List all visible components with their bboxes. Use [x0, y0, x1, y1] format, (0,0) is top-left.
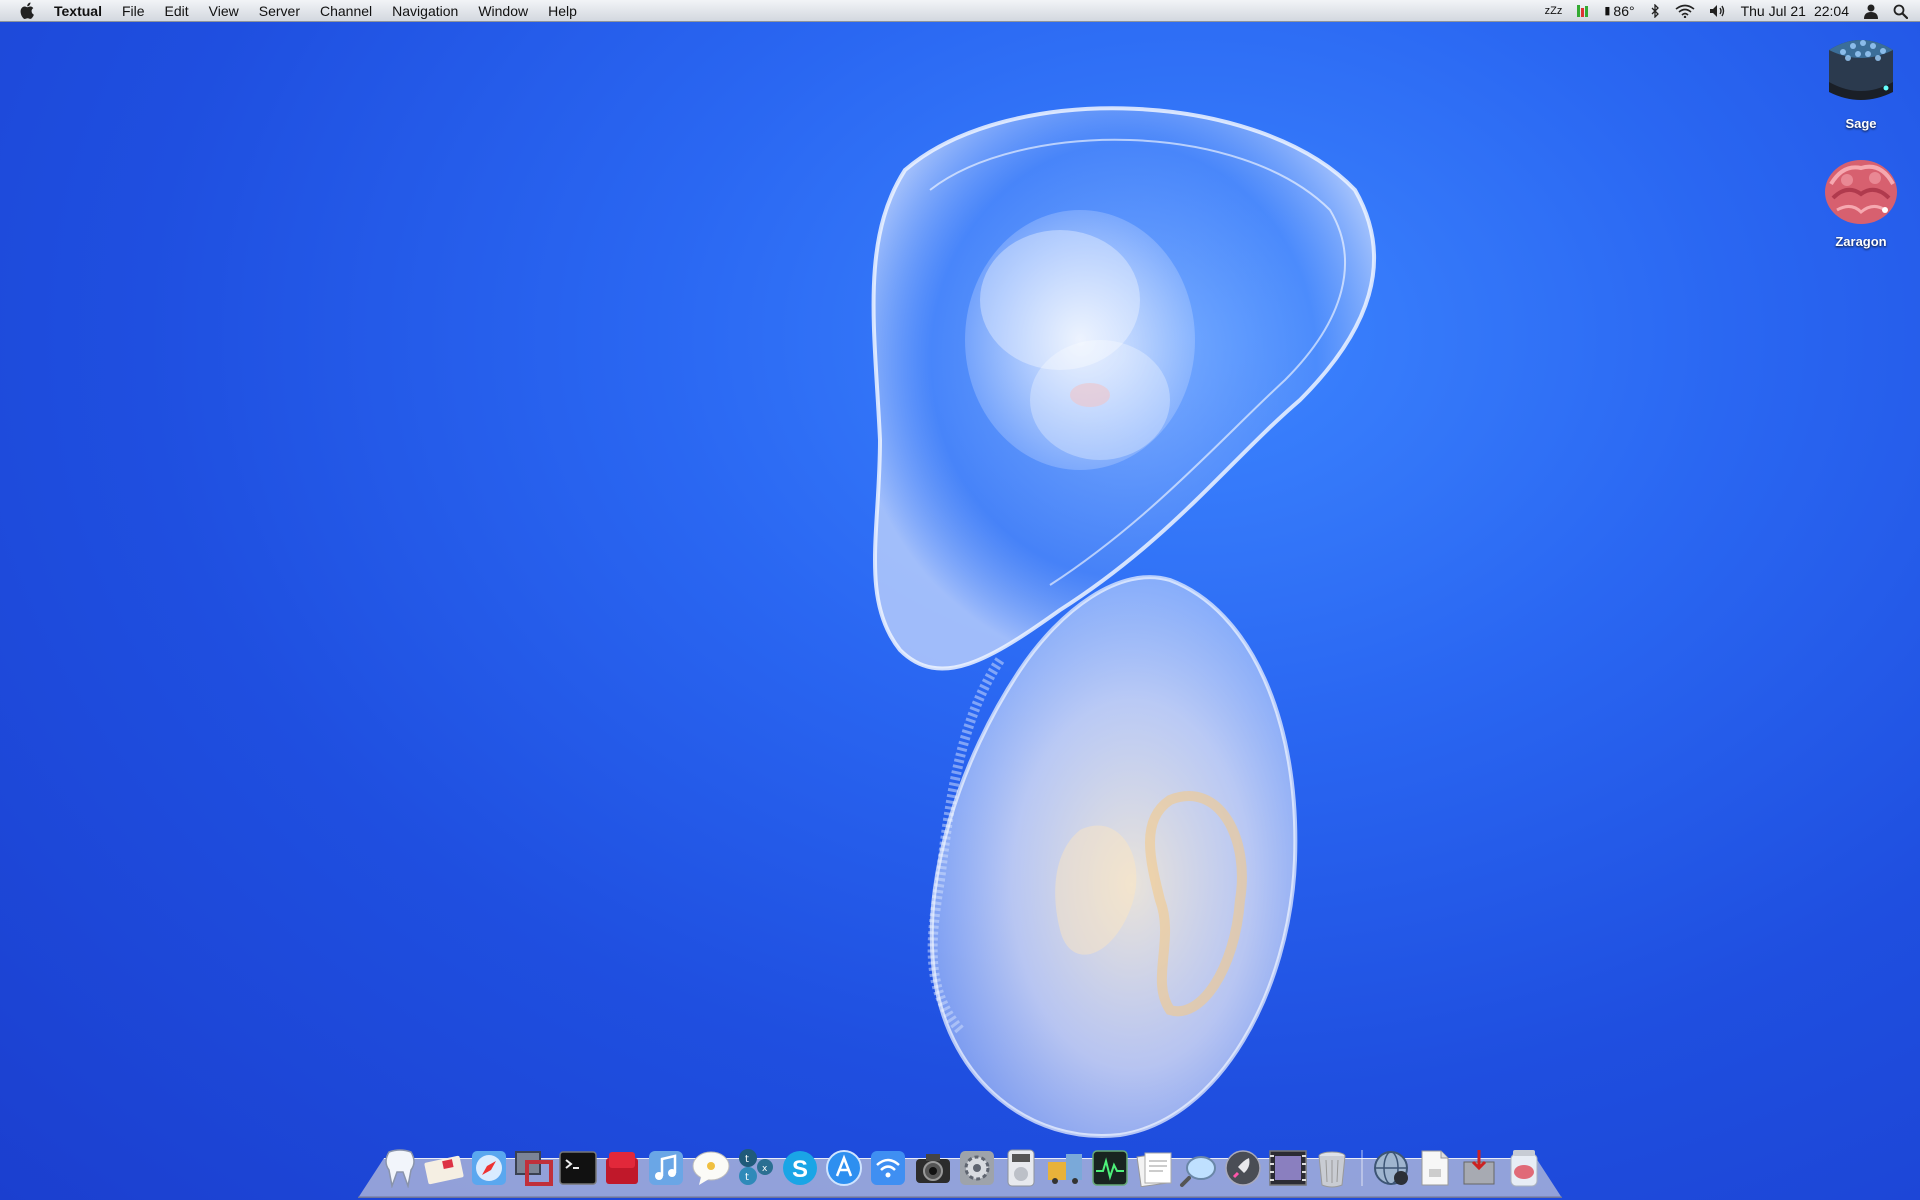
trash-can-icon — [1318, 1151, 1346, 1188]
menu-window[interactable]: Window — [468, 0, 538, 22]
dock-camera[interactable] — [911, 1146, 955, 1190]
photo-booth-icon — [1269, 1150, 1307, 1186]
dock-photo-booth[interactable] — [1266, 1146, 1310, 1190]
menu-edit[interactable]: Edit — [155, 0, 199, 22]
dock-safari[interactable] — [467, 1146, 511, 1190]
menu-clock[interactable]: Thu Jul 21 22:04 — [1734, 0, 1856, 22]
dock-letter[interactable] — [422, 1146, 466, 1190]
transmit-icon — [1047, 1154, 1082, 1184]
dock-brain-jar[interactable] — [1502, 1146, 1546, 1190]
menu-view[interactable]: View — [199, 0, 249, 22]
dock-skype[interactable]: S — [778, 1146, 822, 1190]
preview-icon — [1136, 1152, 1172, 1187]
menu-channel[interactable]: Channel — [310, 0, 382, 22]
volume-icon[interactable] — [1702, 0, 1734, 22]
thermometer-icon: ▮ — [1604, 5, 1611, 17]
textual-globe-icon — [1373, 1151, 1408, 1185]
apple-menu-icon[interactable] — [12, 0, 42, 22]
menu-extras: zZz ▮ 86° Thu Jul 21 22:04 — [1538, 0, 1920, 22]
lower-jellyfish — [929, 575, 1298, 1138]
dock-installer[interactable] — [1457, 1146, 1501, 1190]
desktop-icon-zaragon[interactable]: Zaragon — [1806, 154, 1916, 249]
dock-dvd-player[interactable] — [999, 1146, 1043, 1190]
sleep-indicator-icon[interactable]: zZz — [1538, 0, 1570, 22]
dock-launchpad[interactable] — [1221, 1146, 1265, 1190]
dock-textual-globe[interactable] — [1369, 1146, 1413, 1190]
adium-icon — [692, 1151, 730, 1185]
dock-terminal[interactable] — [556, 1146, 600, 1190]
magnifier-icon — [1180, 1156, 1217, 1187]
brain-drive-icon — [1825, 160, 1897, 224]
launchpad-icon — [1225, 1150, 1262, 1186]
installer-icon — [1463, 1150, 1495, 1185]
menu-app-name[interactable]: Textual — [42, 0, 112, 22]
svg-text:t: t — [745, 1154, 749, 1165]
dock-app-store[interactable] — [822, 1146, 866, 1190]
letter-icon — [424, 1155, 464, 1185]
menu-help[interactable]: Help — [538, 0, 587, 22]
spotlight-search-icon[interactable] — [1886, 0, 1920, 22]
finder-tooth-icon — [385, 1149, 415, 1188]
svg-text:x: x — [762, 1164, 768, 1174]
clock-time: 22:04 — [1813, 3, 1849, 19]
dock-itunes[interactable] — [644, 1146, 688, 1190]
flashcard-icon — [605, 1152, 638, 1184]
cpu-meter-icon[interactable] — [1569, 0, 1597, 22]
desktop-icon-label: Zaragon — [1835, 234, 1887, 249]
dock-activity-monitor[interactable] — [1088, 1146, 1132, 1190]
dock-transmit[interactable] — [1044, 1146, 1088, 1190]
itunes-icon — [649, 1151, 684, 1185]
dock-wifi[interactable] — [866, 1146, 910, 1190]
menu-server[interactable]: Server — [249, 0, 310, 22]
skype-icon: S — [782, 1151, 817, 1185]
dock-finder-tooth[interactable] — [378, 1146, 422, 1190]
dvd-player-icon — [1007, 1149, 1035, 1187]
bluetooth-icon[interactable] — [1642, 0, 1668, 22]
activity-monitor-icon — [1092, 1150, 1128, 1186]
clock-date: Thu Jul 21 — [1740, 3, 1806, 19]
wifi-status-icon[interactable] — [1668, 0, 1702, 22]
user-icon[interactable] — [1856, 0, 1886, 22]
camera-icon — [915, 1154, 950, 1183]
dock-system-preferences[interactable] — [955, 1146, 999, 1190]
dock-flashcard[interactable] — [600, 1146, 644, 1190]
wifi-icon — [871, 1151, 906, 1185]
safari-icon — [471, 1151, 506, 1185]
menu-file[interactable]: File — [112, 0, 155, 22]
desktop-wallpaper — [871, 106, 1377, 1138]
vmware-icon — [515, 1151, 554, 1186]
document-icon — [1421, 1150, 1449, 1186]
temperature-readout[interactable]: ▮ 86° — [1597, 0, 1641, 22]
dock-document[interactable] — [1413, 1146, 1457, 1190]
dock-separator — [1355, 1146, 1369, 1190]
menu-bar: Textual File Edit View Server Channel Na… — [0, 0, 1920, 22]
temperature-value: 86° — [1613, 3, 1635, 19]
dock: t t x S — [378, 1140, 1546, 1190]
dock-adium[interactable] — [689, 1146, 733, 1190]
svg-text:t: t — [745, 1172, 749, 1183]
dock-magnifier[interactable] — [1177, 1146, 1221, 1190]
brain-jar-icon — [1510, 1150, 1538, 1187]
dock-vmware[interactable] — [511, 1146, 555, 1190]
terminal-icon — [558, 1151, 597, 1185]
desktop-icon-label: Sage — [1845, 116, 1877, 131]
desktop-icon-sage[interactable]: Sage — [1806, 30, 1916, 131]
system-preferences-icon — [960, 1151, 995, 1185]
tweetdeck-icon: t t x — [739, 1149, 774, 1185]
dock-tweetdeck[interactable]: t t x — [733, 1146, 777, 1190]
dock-preview[interactable] — [1133, 1146, 1177, 1190]
dock-trash-can[interactable] — [1310, 1146, 1354, 1190]
hard-drive-icon — [1829, 40, 1893, 100]
svg-text:S: S — [792, 1156, 808, 1183]
menu-navigation[interactable]: Navigation — [382, 0, 468, 22]
app-store-icon — [825, 1150, 862, 1186]
